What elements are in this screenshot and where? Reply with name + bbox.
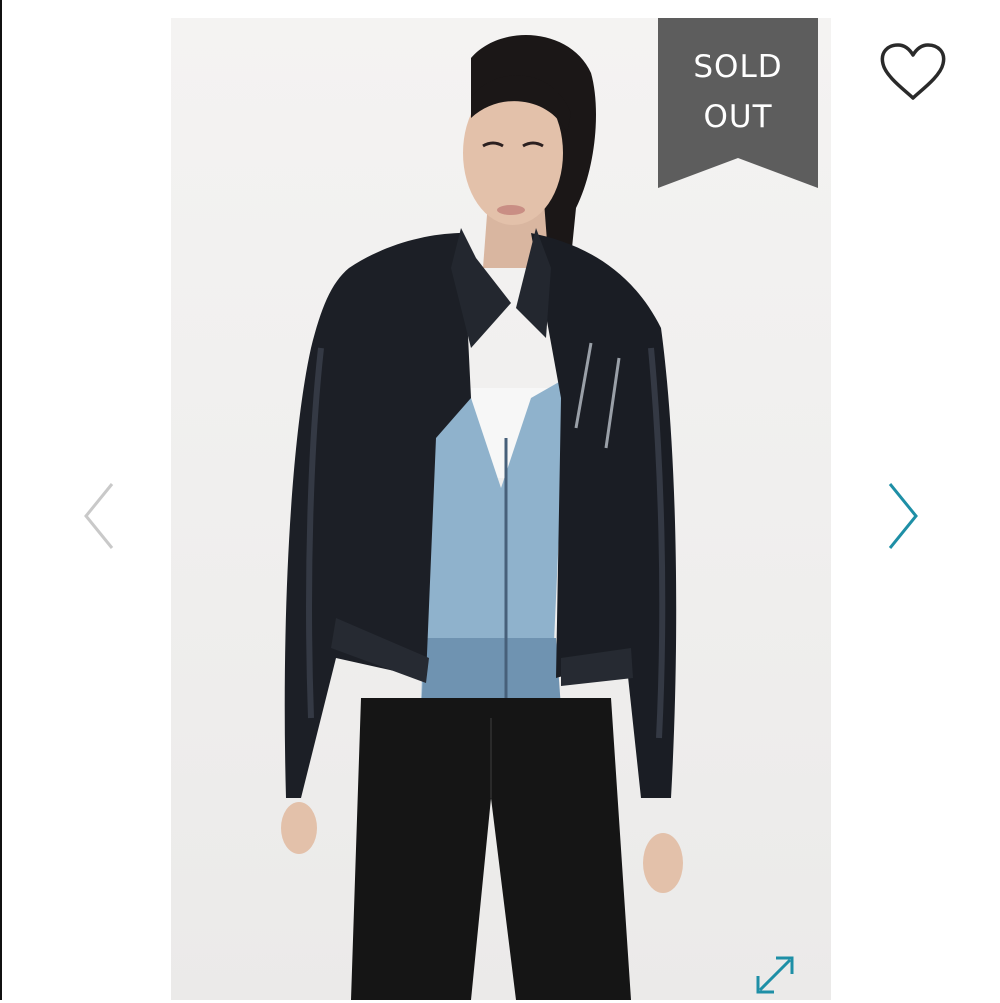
status-badge: SOLD OUT bbox=[658, 18, 818, 188]
heart-outline-icon bbox=[880, 43, 946, 100]
status-badge-line2: OUT bbox=[703, 99, 773, 135]
chevron-left-icon bbox=[84, 483, 114, 549]
expand-arrows-icon bbox=[756, 956, 794, 994]
status-badge-line1: SOLD bbox=[693, 49, 783, 85]
previous-image-button[interactable] bbox=[80, 476, 120, 556]
product-image-viewer: SOLD OUT bbox=[0, 0, 1000, 1000]
next-image-button[interactable] bbox=[882, 476, 922, 556]
left-border bbox=[0, 0, 2, 1000]
like-button[interactable] bbox=[878, 42, 948, 104]
expand-image-button[interactable] bbox=[752, 952, 798, 998]
chevron-right-icon bbox=[888, 483, 918, 549]
status-badge-text: SOLD OUT bbox=[658, 42, 818, 142]
